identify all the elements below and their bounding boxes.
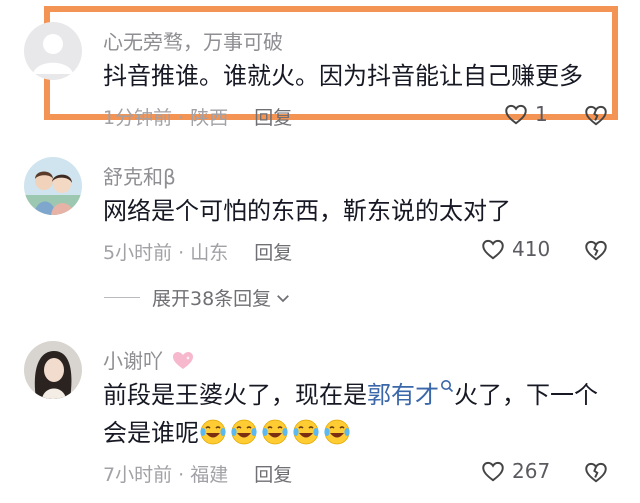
search-link-label: 郭有才 bbox=[367, 381, 439, 409]
broken-heart-icon[interactable] bbox=[583, 237, 609, 263]
reply-button[interactable]: 回复 bbox=[254, 464, 292, 486]
comment-time: 7小时前 bbox=[103, 464, 173, 486]
username-text: 小谢吖 bbox=[103, 349, 163, 373]
like-count: 410 bbox=[512, 237, 551, 261]
comment-meta: 7小时前 · 福建 回复 bbox=[103, 464, 293, 486]
default-avatar-icon bbox=[24, 22, 82, 80]
comment-location: 山东 bbox=[190, 242, 229, 264]
like-button[interactable]: 1 bbox=[503, 101, 548, 127]
expand-replies-button[interactable]: 展开38条回复 bbox=[104, 284, 292, 311]
like-count: 1 bbox=[535, 102, 548, 126]
user-avatar-image bbox=[24, 341, 82, 399]
expand-replies-label: 展开38条回复 bbox=[152, 288, 272, 310]
comment-username[interactable]: 小谢吖 bbox=[103, 345, 195, 374]
comment-text-part: 火了，下一个 bbox=[454, 381, 598, 409]
heart-outline-icon bbox=[482, 461, 504, 482]
reply-button[interactable]: 回复 bbox=[254, 242, 292, 264]
emoji-row bbox=[199, 419, 354, 447]
comment-text-part: 前段是王婆火了，现在是 bbox=[103, 381, 367, 409]
laughing-emoji-icon bbox=[293, 419, 319, 445]
like-button[interactable]: 267 bbox=[480, 458, 550, 484]
comment-time: 1分钟前 bbox=[103, 107, 173, 129]
chevron-down-icon bbox=[277, 294, 290, 302]
comment-location: 福建 bbox=[190, 464, 229, 486]
laughing-emoji-icon bbox=[231, 419, 257, 445]
search-icon bbox=[441, 380, 454, 393]
user-avatar-image bbox=[24, 157, 82, 215]
like-count: 267 bbox=[512, 459, 551, 483]
comment-meta: 1分钟前 · 陕西 回复 bbox=[103, 107, 293, 129]
search-link[interactable]: 郭有才 bbox=[367, 380, 454, 409]
broken-heart-icon[interactable] bbox=[583, 459, 609, 485]
comment-meta: 5小时前 · 山东 回复 bbox=[103, 242, 293, 264]
comment-location: 陕西 bbox=[190, 107, 229, 129]
comment-text-part: 会是谁呢 bbox=[103, 419, 199, 447]
pink-heart-icon bbox=[173, 352, 194, 369]
like-button[interactable]: 410 bbox=[480, 236, 550, 262]
divider-line bbox=[104, 297, 140, 298]
laughing-emoji-icon bbox=[324, 419, 350, 445]
laughing-emoji-icon bbox=[200, 419, 226, 445]
comment-text: 网络是个可怕的东西，靳东说的太对了 bbox=[103, 197, 511, 225]
comment-text: 前段是王婆火了，现在是郭有才 火了，下一个 bbox=[103, 378, 598, 412]
comment-time: 5小时前 bbox=[103, 242, 173, 264]
comment-text-line2: 会是谁呢 bbox=[103, 416, 354, 450]
avatar[interactable] bbox=[24, 22, 82, 80]
comment-username[interactable]: 舒克和β bbox=[103, 161, 176, 190]
comment-text: 抖音推谁。谁就火。因为抖音能让自己赚更多 bbox=[103, 62, 583, 90]
laughing-emoji-icon bbox=[262, 419, 288, 445]
heart-outline-icon bbox=[482, 239, 504, 260]
comment-username[interactable]: 心无旁骛，万事可破 bbox=[103, 26, 283, 55]
broken-heart-icon[interactable] bbox=[583, 102, 609, 128]
avatar[interactable] bbox=[24, 157, 82, 215]
reply-button[interactable]: 回复 bbox=[254, 107, 292, 129]
avatar[interactable] bbox=[24, 341, 82, 399]
heart-outline-icon bbox=[505, 104, 527, 125]
